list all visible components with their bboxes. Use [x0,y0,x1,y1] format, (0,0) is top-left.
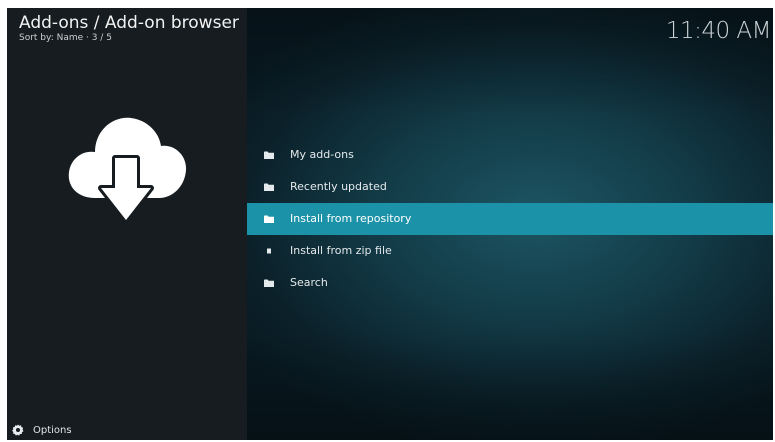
folder-icon [264,183,274,191]
page-title: Add-ons / Add-on browser [19,13,239,33]
cloud-download-icon [68,117,187,223]
menu-item-install-from-repository[interactable]: Install from repository [247,203,773,235]
menu-item-label: Search [290,276,328,289]
sort-info: Sort by: Name · 3 / 5 [19,33,112,43]
menu-item-label: Install from zip file [290,244,392,257]
menu-item-search[interactable]: Search [247,267,773,299]
options-label: Options [33,424,72,436]
addon-menu-list: My add-ons Recently updated Install from… [247,139,773,299]
clock: 11:40 AM [665,18,772,44]
menu-item-my-addons[interactable]: My add-ons [247,139,773,171]
menu-item-install-from-zip[interactable]: Install from zip file [247,235,773,267]
folder-icon [264,151,274,159]
menu-item-label: My add-ons [290,148,354,161]
menu-item-label: Recently updated [290,180,387,193]
menu-item-label: Install from repository [290,212,412,225]
menu-item-recently-updated[interactable]: Recently updated [247,171,773,203]
file-icon [267,248,271,254]
folder-icon [264,279,274,287]
kodi-window: Add-ons / Add-on browser Sort by: Name ·… [7,8,773,440]
left-info-panel: Add-ons / Add-on browser Sort by: Name ·… [7,8,247,440]
options-button[interactable]: Options [12,422,72,438]
gear-icon [12,424,24,436]
folder-icon [264,215,274,223]
